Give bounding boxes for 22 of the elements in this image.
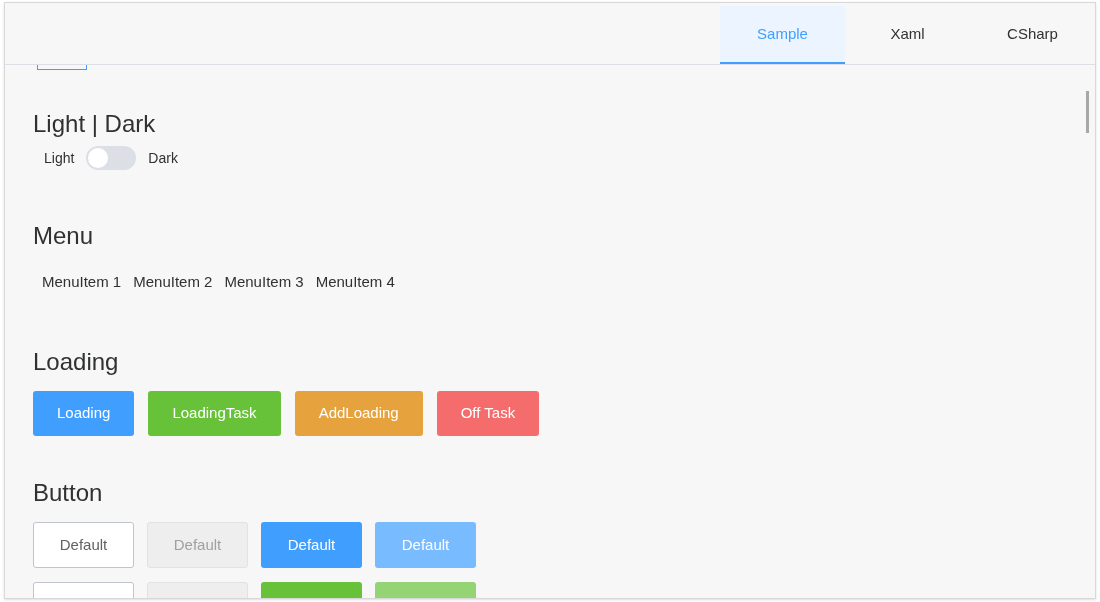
menu-item[interactable]: MenuItem 2 xyxy=(128,269,218,295)
scrollbar-thumb[interactable] xyxy=(1086,91,1089,133)
section-heading: Button xyxy=(33,478,103,508)
section-heading: Loading xyxy=(33,347,119,377)
menu-item[interactable]: MenuItem 3 xyxy=(219,269,309,295)
loading-button[interactable]: Loading xyxy=(33,391,135,436)
button[interactable]: Default xyxy=(33,522,134,568)
menu-item[interactable]: MenuItem 1 xyxy=(37,269,127,295)
tab[interactable]: CSharp xyxy=(970,6,1095,64)
loading-button[interactable]: LoadingTask xyxy=(148,391,281,436)
toggle-label: Dark xyxy=(148,148,178,168)
loading-button[interactable]: AddLoading xyxy=(294,391,423,436)
button[interactable]: Default xyxy=(261,522,362,568)
section-heading: Menu xyxy=(33,221,94,251)
section-heading: Light | Dark xyxy=(33,109,156,139)
toggle-label: Light xyxy=(44,148,75,168)
menu-item[interactable]: MenuItem 4 xyxy=(310,269,400,295)
cut-off-element xyxy=(37,65,87,70)
toggle-switch[interactable] xyxy=(86,146,137,170)
tab[interactable]: Sample xyxy=(720,6,845,64)
loading-button[interactable]: Off Task xyxy=(436,391,540,436)
tab[interactable]: Xaml xyxy=(845,6,970,64)
